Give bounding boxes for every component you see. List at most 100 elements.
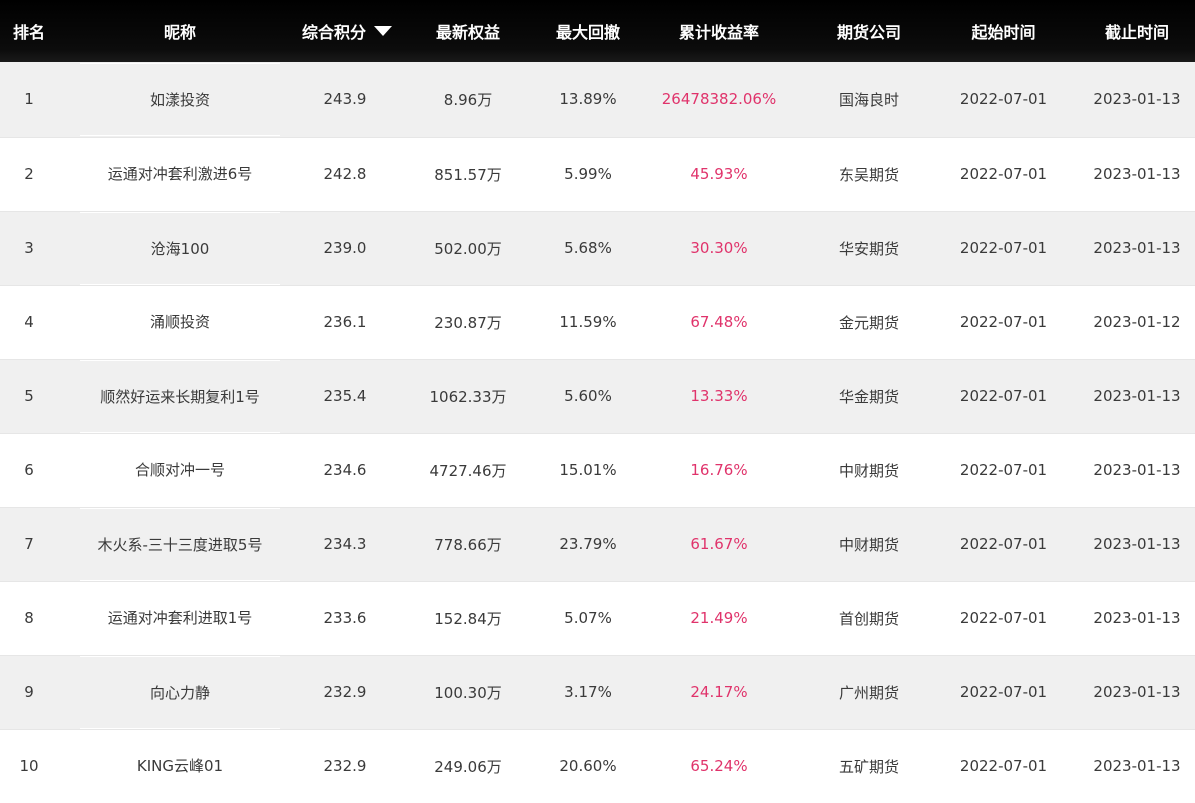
company-cell: 华安期货 — [838, 239, 899, 258]
equity-cell: 249.06万 — [434, 757, 502, 776]
company-cell: 五矿期货 — [838, 757, 899, 776]
table-row[interactable]: 3 沧海100 239.0 502.00万 5.68% 30.30% 华安期货 2022-07… — [0, 211, 1195, 285]
nickname-cell: 运通对冲套利激进6号 — [58, 137, 302, 211]
equity-cell: 502.00万 — [434, 239, 502, 258]
end-date-cell: 2023-01-13 — [1093, 683, 1181, 701]
column-header-score[interactable]: 综合积分 — [302, 0, 393, 62]
table-row[interactable]: 2 运通对冲套利激进6号 242.8 851.57万 5.99% 45.93% 东吴期货 20… — [0, 137, 1195, 211]
nickname-cell: KING云峰01 — [58, 729, 302, 803]
nickname-text[interactable]: 如漾投资 — [80, 62, 280, 136]
return-cell: 13.33% — [690, 387, 748, 405]
score-cell: 233.6 — [323, 609, 367, 627]
ranking-table: 排名 昵称 综合积分 最新权益 最大回撤 累计收益率 期货公司 起始时间 截止时… — [0, 0, 1195, 803]
end-date-cell: 2023-01-13 — [1093, 609, 1181, 627]
column-header-nickname[interactable]: 昵称 — [58, 0, 302, 62]
return-cell: 67.48% — [690, 313, 748, 331]
score-cell: 242.8 — [323, 165, 367, 183]
column-header-rank[interactable]: 排名 — [0, 0, 58, 62]
score-cell: 232.9 — [323, 683, 367, 701]
equity-cell: 1062.33万 — [429, 387, 507, 406]
start-date-cell: 2022-07-01 — [959, 239, 1048, 257]
return-cell: 30.30% — [690, 239, 748, 257]
table-row[interactable]: 6 合顺对冲一号 234.6 4727.46万 15.01% 16.76% 中财期货 2022… — [0, 433, 1195, 507]
start-date-cell: 2022-07-01 — [959, 683, 1048, 701]
drawdown-cell: 20.60% — [559, 757, 617, 775]
column-header-start[interactable]: 起始时间 — [928, 0, 1079, 62]
company-cell: 中财期货 — [838, 461, 899, 480]
column-header-equity[interactable]: 最新权益 — [388, 0, 548, 62]
table-row[interactable]: 10 KING云峰01 232.9 249.06万 20.60% 65.24% 五矿期货 20… — [0, 729, 1195, 803]
score-cell: 234.3 — [323, 535, 367, 553]
nickname-cell: 运通对冲套利进取1号 — [58, 581, 302, 655]
column-header-drawdown[interactable]: 最大回撤 — [548, 0, 628, 62]
nickname-text[interactable]: 运通对冲套利激进6号 — [80, 138, 280, 211]
nickname-text[interactable]: 顺然好运来长期复利1号 — [80, 359, 280, 433]
table-row[interactable]: 7 木火系-三十三度进取5号 234.3 778.66万 23.79% 61.67% 中财期… — [0, 507, 1195, 581]
table-row[interactable]: 4 涌顺投资 236.1 230.87万 11.59% 67.48% 金元期货 2022-07… — [0, 285, 1195, 359]
nickname-cell: 涌顺投资 — [58, 285, 302, 359]
return-cell: 45.93% — [690, 165, 748, 183]
triangle-down-icon[interactable] — [374, 26, 393, 36]
return-cell: 65.24% — [690, 757, 748, 775]
end-date-cell: 2023-01-13 — [1093, 165, 1181, 183]
score-cell: 243.9 — [323, 90, 367, 109]
company-cell: 东吴期货 — [838, 165, 899, 184]
column-header-score-label: 综合积分 — [302, 23, 367, 42]
drawdown-cell: 5.99% — [564, 165, 612, 183]
score-cell: 239.0 — [323, 239, 367, 257]
nickname-cell: 合顺对冲一号 — [58, 433, 302, 507]
nickname-text[interactable]: 木火系-三十三度进取5号 — [80, 507, 280, 581]
start-date-cell: 2022-07-01 — [959, 609, 1048, 627]
drawdown-cell: 23.79% — [559, 535, 617, 553]
column-header-end[interactable]: 截止时间 — [1079, 0, 1195, 62]
end-date-cell: 2023-01-13 — [1093, 90, 1181, 109]
equity-cell: 152.84万 — [434, 609, 502, 628]
rank-cell: 9 — [24, 683, 34, 701]
company-cell: 华金期货 — [838, 387, 899, 406]
rank-cell: 8 — [24, 609, 34, 627]
nickname-cell: 向心力静 — [58, 655, 302, 729]
start-date-cell: 2022-07-01 — [959, 165, 1048, 183]
drawdown-cell: 3.17% — [564, 683, 612, 701]
drawdown-cell: 15.01% — [559, 461, 617, 479]
table-row[interactable]: 9 向心力静 232.9 100.30万 3.17% 24.17% 广州期货 2022-07-… — [0, 655, 1195, 729]
equity-cell: 778.66万 — [434, 535, 502, 554]
start-date-cell: 2022-07-01 — [959, 387, 1048, 405]
equity-cell: 4727.46万 — [429, 461, 507, 480]
rank-cell: 6 — [24, 461, 34, 479]
table-body: 1 如漾投资 243.9 8.96万 13.89% 26478382.06% 国海良时 202… — [0, 62, 1195, 803]
equity-cell: 8.96万 — [443, 90, 493, 109]
equity-cell: 851.57万 — [434, 165, 502, 184]
nickname-cell: 木火系-三十三度进取5号 — [58, 507, 302, 581]
rank-cell: 5 — [24, 387, 34, 405]
rank-cell: 1 — [24, 90, 34, 109]
nickname-text[interactable]: 涌顺投资 — [80, 286, 280, 359]
end-date-cell: 2023-01-12 — [1093, 313, 1181, 331]
nickname-cell: 如漾投资 — [58, 62, 302, 137]
return-cell: 61.67% — [690, 535, 748, 553]
rank-cell: 3 — [24, 239, 34, 257]
return-cell: 26478382.06% — [661, 90, 777, 109]
column-header-return[interactable]: 累计收益率 — [628, 0, 810, 62]
nickname-text[interactable]: 向心力静 — [80, 655, 280, 729]
return-cell: 24.17% — [690, 683, 748, 701]
table-row[interactable]: 8 运通对冲套利进取1号 233.6 152.84万 5.07% 21.49% 首创期货 20… — [0, 581, 1195, 655]
nickname-text[interactable]: 沧海100 — [80, 211, 280, 285]
return-cell: 16.76% — [690, 461, 748, 479]
drawdown-cell: 11.59% — [559, 313, 617, 331]
company-cell: 国海良时 — [838, 90, 899, 109]
column-header-company[interactable]: 期货公司 — [810, 0, 928, 62]
drawdown-cell: 5.07% — [564, 609, 612, 627]
nickname-text[interactable]: 合顺对冲一号 — [80, 434, 280, 507]
nickname-text[interactable]: 运通对冲套利进取1号 — [80, 582, 280, 655]
table-row[interactable]: 5 顺然好运来长期复利1号 235.4 1062.33万 5.60% 13.33% 华金期货… — [0, 359, 1195, 433]
return-cell: 21.49% — [690, 609, 748, 627]
start-date-cell: 2022-07-01 — [959, 90, 1048, 109]
rank-cell: 4 — [24, 313, 34, 331]
table-row[interactable]: 1 如漾投资 243.9 8.96万 13.89% 26478382.06% 国海良时 202… — [0, 62, 1195, 137]
rank-cell: 2 — [24, 165, 34, 183]
nickname-cell: 沧海100 — [58, 211, 302, 285]
nickname-cell: 顺然好运来长期复利1号 — [58, 359, 302, 433]
drawdown-cell: 5.60% — [564, 387, 612, 405]
nickname-text[interactable]: KING云峰01 — [80, 730, 280, 803]
